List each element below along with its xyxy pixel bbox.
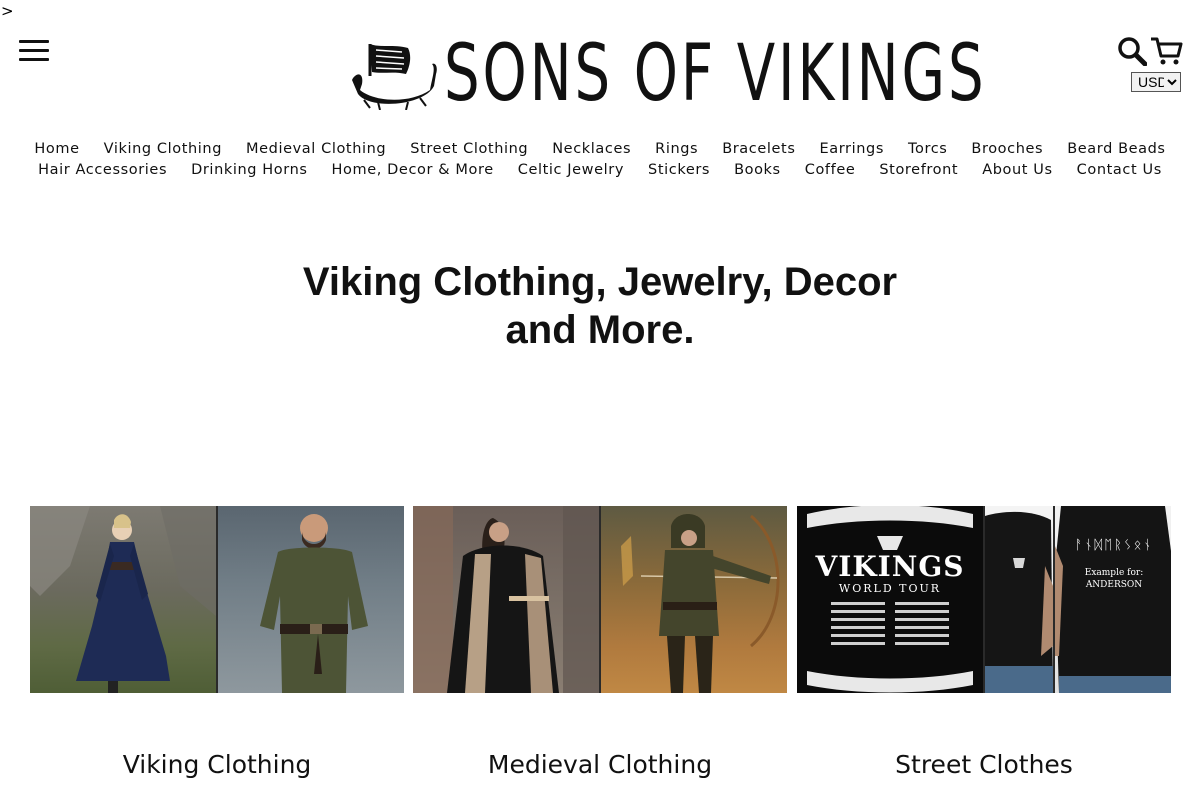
nav-link-hair-accessories[interactable]: Hair Accessories (26, 160, 179, 181)
shirt-example-label: Example for: (1084, 568, 1144, 578)
card-label[interactable]: Viking Clothing (30, 750, 404, 779)
nav-link-celtic-jewelry[interactable]: Celtic Jewelry (506, 160, 636, 181)
nav-link-necklaces[interactable]: Necklaces (540, 139, 643, 160)
category-card-medieval-clothing[interactable]: Medieval Clothing (413, 506, 787, 779)
nav-link-about-us[interactable]: About Us (970, 160, 1064, 181)
nav-link-home-decor-more[interactable]: Home, Decor & More (320, 160, 506, 181)
nav-link-books[interactable]: Books (722, 160, 793, 181)
nav-link-medieval-clothing[interactable]: Medieval Clothing (234, 139, 398, 160)
viking-ship-icon (352, 44, 437, 110)
nav-row-2: Hair Accessories Drinking Horns Home, Deco… (0, 160, 1200, 181)
street-clothes-image[interactable]: VIKINGS WORLD TOUR ᚨᚾᛞᛖᚱᛊᛟᚾ Example for:… (797, 506, 1171, 693)
viking-clothing-image[interactable] (30, 506, 404, 693)
nav-link-rings[interactable]: Rings (643, 139, 710, 160)
card-label[interactable]: Street Clothes (797, 750, 1171, 779)
tour-title: VIKINGS (815, 550, 965, 583)
cart-icon[interactable] (1150, 36, 1183, 66)
shirt-runes: ᚨᚾᛞᛖᚱᛊᛟᚾ (1074, 538, 1154, 553)
stray-text: > (1, 2, 14, 20)
nav-row-1: Home Viking Clothing Medieval Clothing Stre… (0, 139, 1200, 160)
currency-select[interactable]: USD (1131, 72, 1181, 92)
nav-link-coffee[interactable]: Coffee (793, 160, 868, 181)
category-card-viking-clothing[interactable]: Viking Clothing (30, 506, 404, 779)
logo-text: SONS OF VIKINGS (444, 29, 987, 119)
medieval-clothing-image[interactable] (413, 506, 787, 693)
site-logo[interactable]: SONS OF VIKINGS (350, 34, 984, 114)
card-label[interactable]: Medieval Clothing (413, 750, 787, 779)
nav-link-street-clothing[interactable]: Street Clothing (398, 139, 540, 160)
tour-subtitle: WORLD TOUR (838, 582, 942, 595)
nav-link-drinking-horns[interactable]: Drinking Horns (179, 160, 319, 181)
page-title: Viking Clothing, Jewelry, Decor and More… (302, 260, 898, 352)
nav-link-torcs[interactable]: Torcs (896, 139, 959, 160)
hamburger-menu-icon[interactable] (19, 40, 49, 64)
nav-link-bracelets[interactable]: Bracelets (710, 139, 807, 160)
nav-link-stickers[interactable]: Stickers (636, 160, 722, 181)
main-nav: Home Viking Clothing Medieval Clothing Stre… (0, 139, 1200, 181)
nav-link-brooches[interactable]: Brooches (959, 139, 1055, 160)
nav-link-contact-us[interactable]: Contact Us (1065, 160, 1174, 181)
nav-link-earrings[interactable]: Earrings (807, 139, 896, 160)
nav-link-beard-beads[interactable]: Beard Beads (1055, 139, 1177, 160)
category-card-street-clothes[interactable]: VIKINGS WORLD TOUR ᚨᚾᛞᛖᚱᛊᛟᚾ Example for:… (797, 506, 1171, 779)
nav-link-viking-clothing[interactable]: Viking Clothing (92, 139, 234, 160)
search-icon[interactable] (1117, 36, 1147, 66)
nav-link-home[interactable]: Home (22, 139, 91, 160)
nav-link-storefront[interactable]: Storefront (867, 160, 970, 181)
shirt-example-name: ANDERSON (1085, 580, 1143, 590)
